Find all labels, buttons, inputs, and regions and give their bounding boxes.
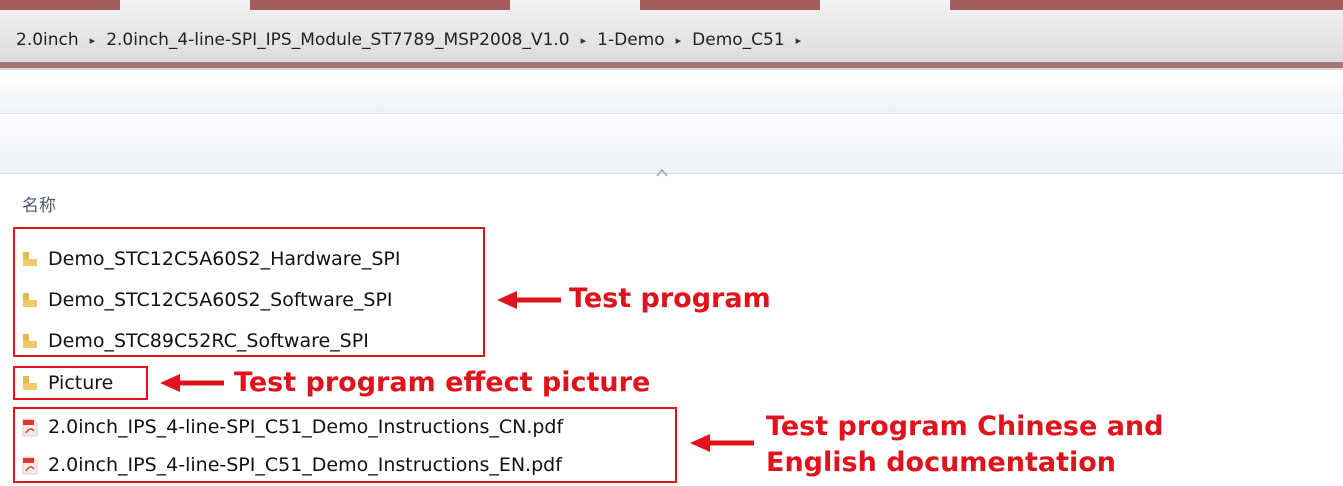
arrow-left-icon (690, 434, 754, 452)
chevron-right-icon[interactable]: ▸ (796, 34, 802, 47)
title-decoration (950, 0, 1343, 10)
annotation-test-program: Test program (569, 283, 771, 314)
title-decoration (0, 0, 120, 10)
toolbar (0, 74, 1343, 114)
arrow-left-icon (160, 374, 224, 392)
breadcrumb-item[interactable]: 2.0inch (16, 30, 79, 50)
annotation-docs-line1: Test program Chinese and (766, 411, 1164, 442)
highlight-box-docs (13, 407, 677, 483)
chevron-right-icon[interactable]: ▸ (90, 34, 96, 47)
address-bar: 2.0inch ▸ 2.0inch_4-line-SPI_IPS_Module_… (0, 0, 1343, 70)
title-decoration (640, 0, 820, 10)
title-decoration (0, 62, 1343, 68)
annotation-effect-picture: Test program effect picture (234, 367, 651, 398)
arrow-left-icon (497, 291, 561, 309)
toolbar-secondary (0, 116, 1343, 174)
breadcrumb-item[interactable]: Demo_C51 (692, 30, 785, 50)
chevron-right-icon[interactable]: ▸ (676, 34, 682, 47)
column-header-name[interactable]: 名称 (22, 191, 56, 216)
breadcrumb: 2.0inch ▸ 2.0inch_4-line-SPI_IPS_Module_… (16, 30, 812, 50)
title-decoration (250, 0, 510, 10)
annotation-docs-line2: English documentation (766, 447, 1117, 478)
highlight-box-picture (13, 366, 148, 400)
chevron-right-icon[interactable]: ▸ (581, 34, 587, 47)
sort-ascending-icon[interactable] (655, 166, 669, 180)
breadcrumb-item[interactable]: 2.0inch_4-line-SPI_IPS_Module_ST7789_MSP… (106, 30, 569, 50)
highlight-box-test-programs (13, 227, 485, 357)
breadcrumb-item[interactable]: 1-Demo (597, 30, 664, 50)
